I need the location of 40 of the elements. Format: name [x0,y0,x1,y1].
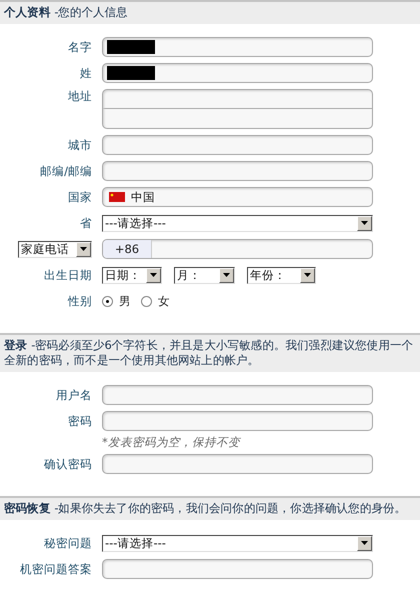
field-label: 机密问题答案 [20,562,92,576]
text-field[interactable] [102,385,373,405]
text-field[interactable] [102,559,373,579]
radio-label: 男 [119,294,131,308]
field-label: 性别 [68,294,92,308]
field-label: 出生日期 [44,268,92,282]
radio-label: 女 [158,294,170,308]
field-label: 姓 [80,66,92,80]
text-field[interactable] [102,63,373,83]
field-label: 省 [80,216,92,230]
text-field[interactable] [102,135,373,155]
text-field[interactable] [102,411,373,431]
field-label: 秘密问题 [44,536,92,550]
field-label: 国家 [68,190,92,204]
dropdown[interactable]: ---请选择--- [102,214,373,232]
text-field[interactable] [102,454,373,474]
flag-icon [109,192,125,202]
field-label: 地址 [68,89,92,104]
field-label: 密码 [68,414,92,428]
field-label: 名字 [68,40,92,54]
date-dropdown[interactable]: 年份： [247,266,316,284]
section-header: 登录 -密码必须至少6个字符长，并且是大小写敏感的。我们强烈建议您使用一个全新的密码，而不是一个使用其他网站上的帐户。 [0,333,420,372]
country-field[interactable]: 中国 [102,187,373,207]
section-header: 密码恢复 -如果你失去了你的密码，我们会问你的问题，你选择确认您的身份。 [0,496,420,520]
address-field[interactable] [102,89,373,129]
radio-button[interactable] [141,296,152,306]
phone-type-dropdown[interactable]: 家庭电话 [18,240,92,258]
hint-text: *发表密码为空，保持不变 [102,435,240,450]
field-label: 城市 [68,138,92,152]
phone-field[interactable]: +86 [102,239,373,259]
field-label: 邮编/邮编 [40,164,92,178]
field-label: 确认密码 [44,456,92,472]
text-field[interactable] [102,37,373,57]
date-dropdown[interactable]: 日期： [102,266,162,284]
date-dropdown[interactable]: 月： [174,266,235,284]
radio-button[interactable] [102,296,113,306]
text-field[interactable] [102,161,373,181]
dropdown[interactable]: ---请选择--- [102,534,373,552]
section-header: 个人资料 -您的个人信息 [0,0,420,24]
field-label: 用户名 [56,388,92,402]
